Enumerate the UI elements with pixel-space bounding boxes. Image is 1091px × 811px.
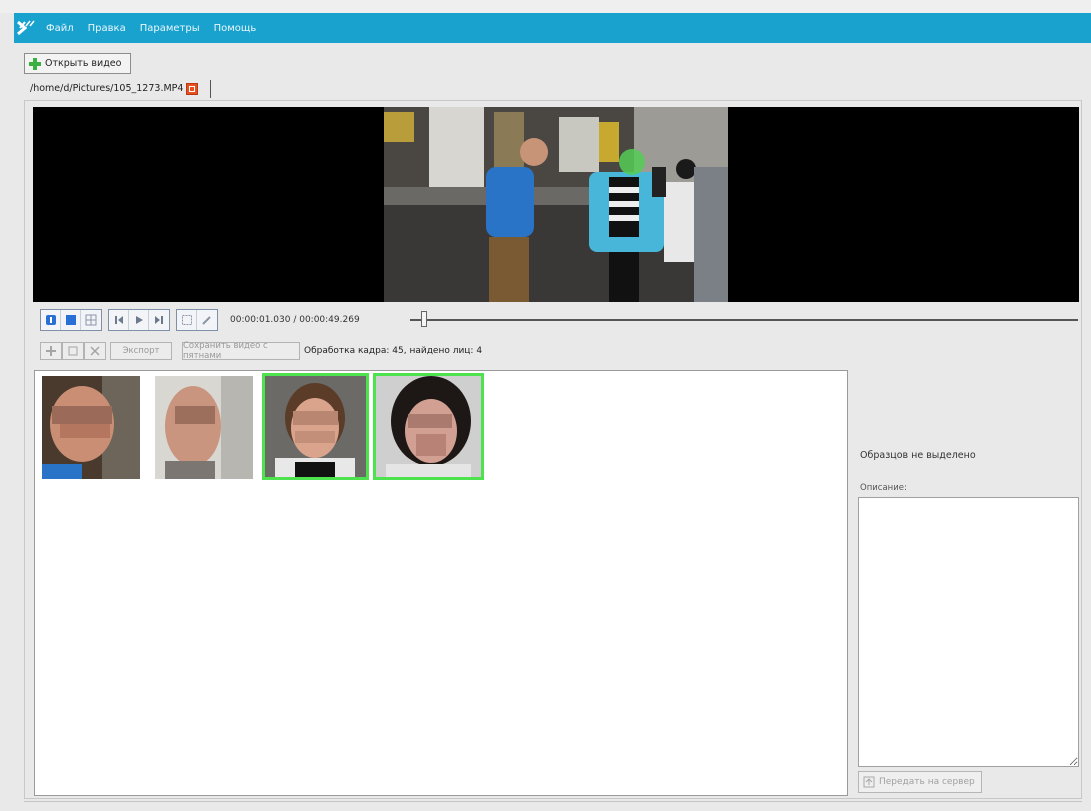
menubar: Файл Правка Параметры Помощь (14, 13, 1091, 43)
view-mode-group (40, 309, 102, 331)
description-field[interactable] (858, 497, 1079, 767)
transport-group (108, 309, 170, 331)
square-icon (65, 315, 76, 325)
save-video-button[interactable]: Сохранить видео с пятнами (182, 341, 300, 361)
timecode: 00:00:01.030 / 00:00:49.269 (230, 315, 360, 325)
playback-controls: 00:00:01.030 / 00:00:49.269 (40, 309, 368, 331)
upload-icon (863, 776, 875, 788)
tab-path-label: /home/d/Pictures/105_1273.MP4 (30, 83, 184, 94)
fill-mode-button[interactable] (61, 310, 81, 330)
tools-group (176, 309, 218, 331)
face-thumbnail-selected[interactable] (373, 373, 484, 480)
previous-frame-button[interactable] (109, 310, 129, 330)
send-to-server-button[interactable]: Передать на сервер (858, 771, 982, 793)
video-frame-image (384, 107, 728, 302)
selection-icon (181, 315, 192, 325)
face-image (42, 376, 140, 479)
face-thumbnail[interactable] (155, 376, 253, 479)
edit-face-button[interactable] (62, 342, 84, 360)
plus-icon (29, 57, 41, 70)
video-preview (33, 107, 1079, 302)
next-frame-button[interactable] (149, 310, 169, 330)
info-icon (45, 315, 56, 325)
tab-separator (210, 79, 212, 98)
export-button[interactable]: Экспорт (110, 342, 172, 360)
pencil-icon (202, 316, 211, 325)
description-label: Описание: (860, 483, 907, 493)
info-mode-button[interactable] (41, 310, 61, 330)
close-tab-icon[interactable] (186, 82, 199, 95)
open-video-button[interactable]: Открыть видео (24, 53, 131, 74)
tab-video-file[interactable]: /home/d/Pictures/105_1273.MP4 (30, 78, 225, 99)
face-image (376, 376, 481, 477)
processing-status: Обработка кадра: 45, найдено лиц: 4 (304, 346, 483, 356)
seek-track[interactable] (410, 319, 1078, 321)
menu-settings[interactable]: Параметры (140, 23, 200, 34)
app-logo-icon (17, 20, 35, 36)
menu-help[interactable]: Помощь (214, 23, 257, 34)
select-region-button[interactable] (177, 310, 197, 330)
remove-icon (90, 346, 100, 356)
add-face-button[interactable] (40, 342, 62, 360)
add-icon (46, 346, 56, 356)
face-thumbnail[interactable] (42, 376, 140, 479)
faces-gallery (34, 370, 848, 796)
skip-back-icon (114, 316, 123, 324)
faces-toolbar: Экспорт Сохранить видео с пятнами Обрабо… (40, 341, 482, 361)
face-image (265, 376, 366, 477)
window-top-strip (0, 0, 1091, 13)
edit-icon (68, 346, 78, 356)
grid-icon (85, 314, 97, 326)
send-button-label: Передать на сервер (879, 777, 975, 787)
play-icon (135, 316, 143, 324)
face-thumbnail-selected[interactable] (262, 373, 369, 480)
brush-tool-button[interactable] (197, 310, 217, 330)
grid-mode-button[interactable] (81, 310, 101, 330)
remove-face-button[interactable] (84, 342, 106, 360)
menu-edit[interactable]: Правка (88, 23, 126, 34)
skip-forward-icon (155, 316, 163, 324)
bottom-separator (24, 801, 1082, 802)
face-image (155, 376, 253, 479)
no-selection-label: Образцов не выделено (860, 450, 976, 461)
menu-file[interactable]: Файл (46, 23, 74, 34)
play-button[interactable] (129, 310, 149, 330)
open-video-label: Открыть видео (45, 58, 122, 69)
seek-handle[interactable] (421, 311, 428, 327)
